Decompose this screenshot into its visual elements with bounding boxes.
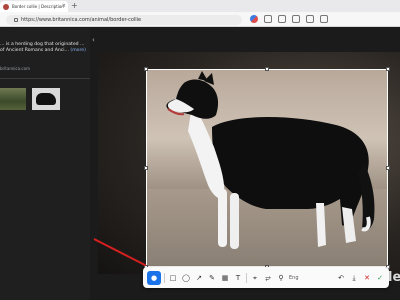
lens-icon[interactable]: ● <box>147 270 161 285</box>
undo-icon[interactable]: ↶ <box>336 273 346 283</box>
tab-title: Border collie | Description, Temp <box>12 4 64 9</box>
favorites-icon[interactable] <box>278 15 286 23</box>
collapse-pane-button[interactable]: ‹ <box>92 36 102 48</box>
search-icon[interactable]: ⚲ <box>276 273 286 283</box>
browser-toolbar <box>250 15 328 23</box>
related-image-thumbnail[interactable] <box>32 88 60 110</box>
toolbar-divider <box>164 272 165 283</box>
new-tab-button[interactable]: + <box>71 1 78 11</box>
confirm-icon[interactable]: ✓ <box>375 273 385 283</box>
mosaic-tool-icon[interactable]: ▦ <box>220 273 230 283</box>
resize-handle-top-left[interactable] <box>144 67 148 71</box>
extension-icon[interactable] <box>250 15 258 23</box>
lock-icon <box>14 18 18 22</box>
resize-handle-top[interactable] <box>265 67 269 71</box>
split-screen-icon[interactable] <box>292 15 300 23</box>
browser-tab[interactable]: Border collie | Description, Temp × <box>0 1 68 12</box>
address-bar: https://www.britannica.com/animal/border… <box>0 12 400 27</box>
rectangle-tool-icon[interactable]: □ <box>168 273 178 283</box>
crop-tool-icon[interactable]: ⌖ <box>250 273 260 283</box>
divider <box>0 78 90 79</box>
tab-close-button[interactable]: × <box>62 3 66 9</box>
resize-handle-left[interactable] <box>144 166 148 170</box>
pen-tool-icon[interactable]: ✎ <box>207 273 217 283</box>
url-text: https://www.britannica.com/animal/border… <box>21 17 142 23</box>
close-icon[interactable]: ✕ <box>362 273 372 283</box>
info-pane: ... is a herding dog that originated ...… <box>0 28 90 300</box>
profile-icon[interactable] <box>320 15 328 23</box>
tab-strip: Border collie | Description, Temp × + <box>0 0 400 12</box>
more-link[interactable]: (more) <box>70 48 85 53</box>
arrow-tool-icon[interactable]: ↗ <box>194 273 204 283</box>
related-image-thumbnail[interactable] <box>0 88 26 110</box>
ocr-language-label[interactable]: Eng <box>289 275 299 281</box>
url-field[interactable]: https://www.britannica.com/animal/border… <box>6 15 242 25</box>
ellipse-tool-icon[interactable]: ◯ <box>181 273 191 283</box>
capture-toolbar: ● □ ◯ ↗ ✎ ▦ T ⌖ ⥂ ⚲ Eng ↶ ⤓ ✕ ✓ <box>143 267 389 288</box>
expand-tool-icon[interactable]: ⥂ <box>263 273 273 283</box>
resize-handle-top-right[interactable] <box>386 67 390 71</box>
text-tool-icon[interactable]: T <box>233 273 243 283</box>
favicon-icon <box>3 3 9 10</box>
collections-icon[interactable] <box>306 15 314 23</box>
read-aloud-icon[interactable] <box>264 15 272 23</box>
description-text: ... is a herding dog that originated ...… <box>0 42 88 54</box>
selection-box[interactable] <box>146 69 388 267</box>
toolbar-divider <box>246 272 247 283</box>
resize-handle-right[interactable] <box>386 166 390 170</box>
dog-silhouette <box>36 93 56 105</box>
source-link[interactable]: britannica.com <box>0 66 30 71</box>
brand-watermark: le <box>388 270 400 285</box>
download-icon[interactable]: ⤓ <box>349 273 359 283</box>
